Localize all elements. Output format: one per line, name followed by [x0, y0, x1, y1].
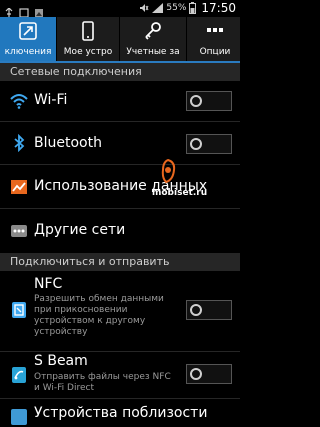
notification-icon [19, 3, 29, 18]
nfc-description: Разрешить обмен данными при прикосновени… [34, 294, 164, 337]
tab-label: ключения [4, 47, 52, 57]
battery-icon [189, 2, 197, 14]
mute-icon [140, 4, 149, 12]
signal-icon [152, 3, 164, 13]
status-bar: 55% 17:50 [0, 0, 240, 18]
list-item-nearby-devices[interactable]: Устройства поблизости [0, 399, 240, 427]
battery-percent: 55% [166, 3, 187, 13]
list-item-nfc[interactable]: NFC Разрешить обмен данными при прикосно… [0, 271, 240, 351]
sbeam-description: Отправить файлы через NFC и Wi-Fi Direct [34, 372, 171, 393]
connections-icon [19, 22, 37, 40]
nfc-icon [12, 302, 26, 318]
nearby-devices-label: Устройства поблизости [34, 405, 208, 421]
section-title: Сетевые подключения [10, 65, 142, 78]
wifi-label: Wi-Fi [34, 92, 68, 108]
more-networks-icon [11, 225, 27, 237]
tab-my-device[interactable]: Мое устро [57, 17, 120, 61]
tab-accounts[interactable]: Учетные за [120, 17, 187, 61]
sbeam-icon [12, 367, 26, 383]
nfc-toggle[interactable] [186, 300, 232, 320]
section-header-network: Сетевые подключения [0, 63, 240, 81]
bluetooth-icon [14, 134, 25, 152]
usb-icon [4, 3, 14, 18]
section-title: Подключиться и отправить [10, 255, 170, 268]
data-usage-icon [11, 180, 27, 194]
watermark: mobiset.ru [152, 188, 208, 198]
list-item-data-usage[interactable]: Использование данных [0, 165, 240, 208]
clock: 17:50 [201, 1, 236, 15]
bluetooth-toggle[interactable] [186, 134, 232, 154]
list-item-bluetooth[interactable]: Bluetooth [0, 122, 240, 164]
more-icon [207, 28, 223, 32]
section-header-connect-share: Подключиться и отправить [0, 253, 240, 271]
wifi-icon [10, 94, 28, 109]
tab-connections[interactable]: ключения [0, 17, 57, 61]
tab-label: Мое устро [63, 47, 113, 57]
phone-icon [82, 21, 94, 41]
list-item-wifi[interactable]: Wi-Fi [0, 81, 240, 121]
bluetooth-label: Bluetooth [34, 135, 102, 151]
wifi-toggle[interactable] [186, 91, 232, 111]
nfc-label: NFC [34, 276, 63, 292]
sbeam-label: S Beam [34, 353, 88, 369]
tab-options[interactable]: Опции [187, 17, 243, 61]
key-icon [145, 22, 161, 40]
watermark-logo-icon [161, 158, 176, 184]
tab-bar: ключения Мое устро Учетные за Опции [0, 17, 240, 63]
image-icon [34, 3, 44, 17]
tab-label: Опции [199, 47, 231, 57]
list-item-other-networks[interactable]: Другие сети [0, 209, 240, 252]
list-item-sbeam[interactable]: S Beam Отправить файлы через NFC и Wi-Fi… [0, 352, 240, 398]
other-networks-label: Другие сети [34, 222, 126, 238]
nearby-devices-icon [11, 409, 27, 425]
tab-label: Учетные за [126, 47, 180, 57]
sbeam-toggle[interactable] [186, 364, 232, 384]
